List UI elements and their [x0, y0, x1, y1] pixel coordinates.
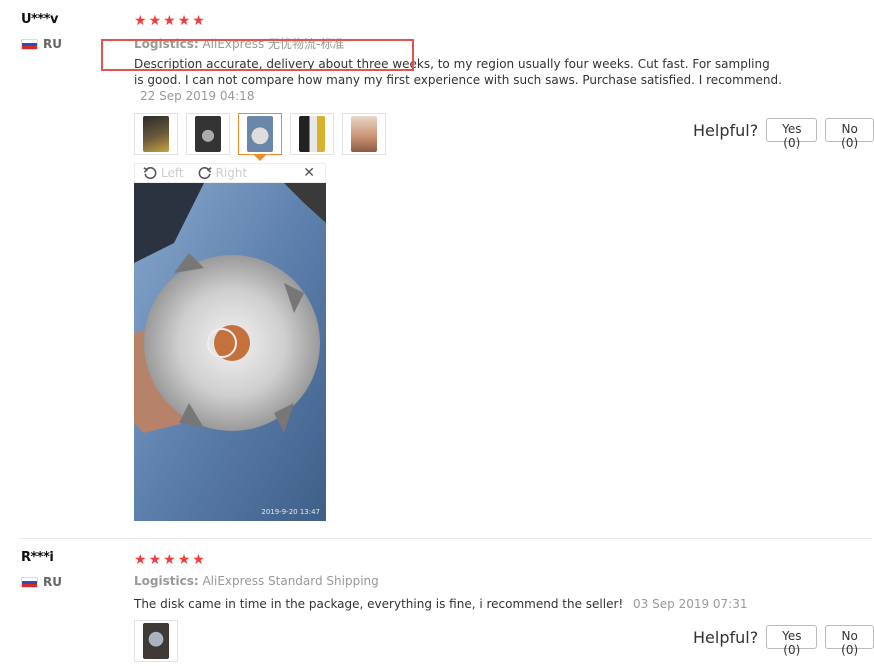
rotate-left-icon [143, 167, 157, 180]
thumb-photo-5[interactable] [342, 113, 386, 155]
thumb-photo-3[interactable] [238, 113, 282, 161]
review-card: R***i RU ★ ★ ★ ★ ★ Logistics: AliExpress… [0, 538, 874, 666]
photo-thumbnails [134, 620, 178, 662]
russia-flag-icon [21, 38, 38, 50]
helpful-label: Helpful? [693, 627, 759, 647]
reviewer-country: RU [21, 37, 62, 51]
review-photo: 2019-9-20 13:47 [134, 183, 326, 521]
rotate-right-icon [198, 167, 212, 180]
thumb-photo-1[interactable] [134, 620, 178, 662]
star-icon: ★ [177, 552, 191, 568]
close-icon[interactable]: ✕ [303, 165, 315, 181]
star-icon: ★ [163, 13, 176, 29]
reviewer-country: RU [21, 575, 62, 589]
country-code: RU [43, 575, 62, 589]
star-icon: ★ [148, 13, 162, 29]
logistics-info: Logistics: AliExpress Standard Shipping [134, 574, 379, 588]
russia-flag-icon [21, 576, 38, 588]
star-icon: ★ [134, 552, 147, 568]
star-icon: ★ [192, 552, 205, 568]
logistics-label: Logistics: [134, 574, 199, 588]
thumb-photo-4[interactable] [290, 113, 334, 155]
star-icon: ★ [192, 13, 205, 29]
thumb-photo-1[interactable] [134, 113, 178, 155]
photo-viewer: Left Right ✕ 2019-9-20 13:47 [134, 163, 326, 521]
helpful-votes: Helpful? Yes (0) No (0) [693, 118, 874, 150]
reviewer-name: U***v [21, 12, 58, 27]
thumbnail-image [143, 623, 169, 659]
review-date: 03 Sep 2019 07:31 [633, 597, 748, 611]
helpful-votes: Helpful? Yes (0) No (0) [693, 625, 874, 657]
thumbnail-image [143, 116, 169, 152]
vote-yes-button[interactable]: Yes (0) [766, 625, 818, 657]
review-date: 22 Sep 2019 04:18 [140, 89, 255, 103]
photo-timestamp: 2019-9-20 13:47 [261, 508, 320, 516]
thumb-photo-2[interactable] [186, 113, 230, 155]
star-icon: ★ [163, 552, 176, 568]
review-text: The disk came in time in the package, ev… [134, 596, 782, 612]
vote-yes-button[interactable]: Yes (0) [766, 118, 818, 150]
helpful-label: Helpful? [693, 120, 759, 140]
rotate-left-button[interactable]: Left [143, 166, 184, 180]
star-rating: ★ ★ ★ ★ ★ [134, 553, 205, 567]
review-card: U***v RU ★ ★ ★ ★ ★ Logistics: AliExpress… [0, 0, 874, 538]
star-icon: ★ [177, 13, 191, 29]
thumbnail-image [299, 116, 325, 152]
highlight-annotation [101, 39, 414, 71]
thumbnail-image [351, 116, 377, 152]
thumbnail-image [195, 116, 221, 152]
thumbnail-image [247, 116, 273, 152]
logistics-value: AliExpress Standard Shipping [202, 574, 379, 588]
vote-no-button[interactable]: No (0) [825, 118, 874, 150]
star-icon: ★ [148, 552, 162, 568]
rotate-right-label: Right [215, 166, 248, 180]
vote-no-button[interactable]: No (0) [825, 625, 874, 657]
star-rating: ★ ★ ★ ★ ★ [134, 14, 205, 28]
rotate-right-button[interactable]: Right [198, 166, 248, 180]
photo-thumbnails [134, 113, 386, 161]
viewer-toolbar: Left Right ✕ [134, 163, 326, 183]
feedback-text: The disk came in time in the package, ev… [134, 597, 624, 611]
rotate-left-label: Left [161, 166, 184, 180]
star-icon: ★ [134, 13, 147, 29]
country-code: RU [43, 37, 62, 51]
reviewer-name: R***i [21, 550, 54, 565]
